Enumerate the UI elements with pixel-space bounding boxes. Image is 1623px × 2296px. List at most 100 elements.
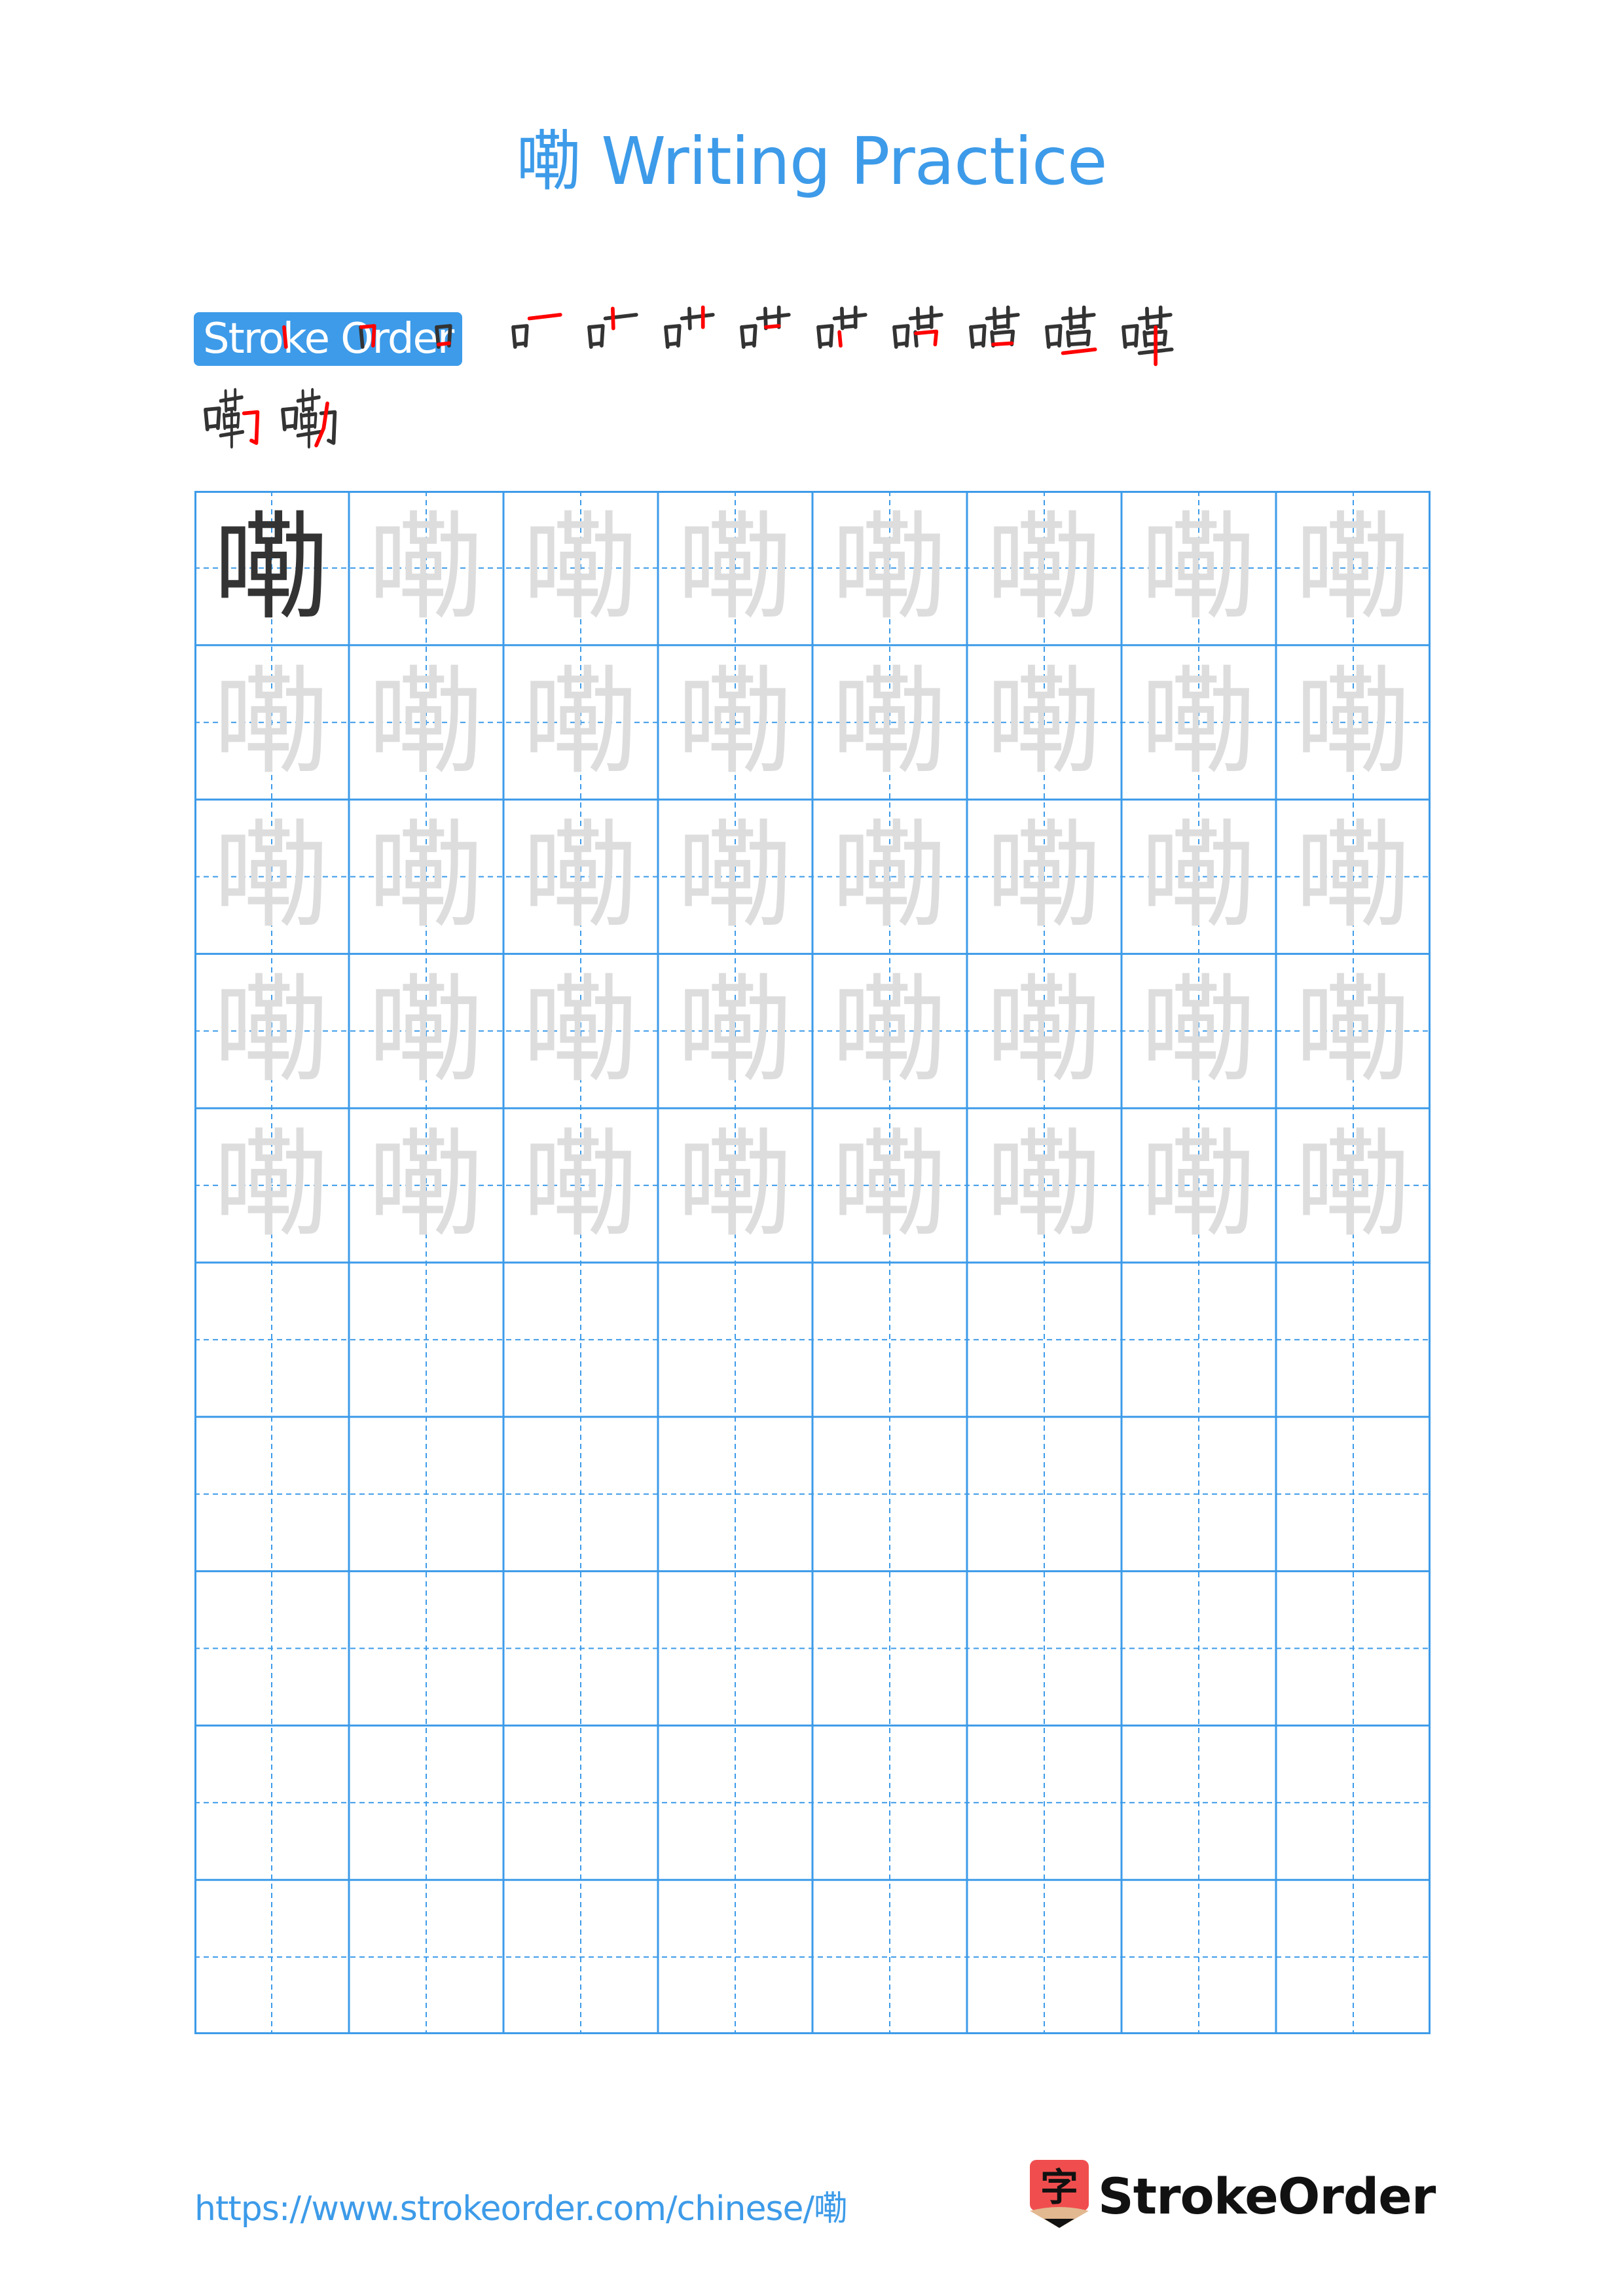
stroke-step-6 bbox=[654, 302, 722, 370]
stroke-step-4 bbox=[501, 302, 570, 370]
trace-character-cell: 嘞 bbox=[503, 954, 658, 1108]
trace-character-cell: 嘞 bbox=[812, 491, 967, 645]
trace-character-cell: 嘞 bbox=[1276, 645, 1431, 800]
trace-character-cell: 嘞 bbox=[1122, 954, 1276, 1108]
stroke-step-8 bbox=[807, 302, 875, 370]
trace-character: 嘞 bbox=[368, 499, 484, 636]
previous-stroke bbox=[680, 313, 715, 321]
trace-character: 嘞 bbox=[1140, 499, 1257, 636]
trace-character-cell: 嘞 bbox=[1276, 1108, 1431, 1263]
previous-stroke bbox=[1061, 313, 1096, 321]
trace-character: 嘞 bbox=[831, 654, 948, 790]
trace-character-cell: 嘞 bbox=[503, 491, 658, 645]
trace-character: 嘞 bbox=[368, 808, 484, 944]
trace-character: 嘞 bbox=[213, 1117, 330, 1253]
trace-character-cell: 嘞 bbox=[1122, 1108, 1276, 1263]
trace-character: 嘞 bbox=[522, 808, 639, 944]
previous-stroke bbox=[985, 313, 1020, 321]
trace-character-cell: 嘞 bbox=[658, 954, 812, 1108]
trace-character: 嘞 bbox=[986, 654, 1103, 790]
trace-character: 嘞 bbox=[677, 499, 793, 636]
trace-character: 嘞 bbox=[522, 499, 639, 636]
trace-character: 嘞 bbox=[831, 499, 948, 636]
previous-stroke bbox=[1137, 313, 1173, 321]
current-stroke bbox=[1061, 348, 1097, 355]
previous-stroke bbox=[687, 306, 692, 331]
previous-stroke bbox=[741, 341, 756, 347]
previous-stroke bbox=[205, 423, 220, 429]
page-title: 嘞 Writing Practice bbox=[516, 123, 1107, 200]
trace-character: 嘞 bbox=[1295, 963, 1412, 1099]
trace-character-cell: 嘞 bbox=[349, 491, 503, 645]
stroke-step-7 bbox=[730, 302, 798, 370]
stroke-step-14 bbox=[271, 385, 339, 453]
trace-character: 嘞 bbox=[986, 499, 1103, 636]
current-stroke bbox=[764, 324, 781, 329]
trace-character-cell: 嘞 bbox=[1276, 800, 1431, 954]
current-stroke bbox=[991, 341, 1014, 347]
trace-character-cell: 嘞 bbox=[349, 800, 503, 954]
trace-character: 嘞 bbox=[677, 1117, 793, 1253]
trace-character: 嘞 bbox=[986, 1117, 1103, 1253]
previous-stroke bbox=[908, 313, 943, 321]
trace-character: 嘞 bbox=[213, 654, 330, 790]
trace-character-cell: 嘞 bbox=[194, 800, 349, 954]
trace-character: 嘞 bbox=[1140, 963, 1257, 1099]
trace-character: 嘞 bbox=[1295, 654, 1412, 790]
trace-character: 嘞 bbox=[986, 963, 1103, 1099]
trace-character-cell: 嘞 bbox=[1122, 645, 1276, 800]
trace-character-cell: 嘞 bbox=[658, 800, 812, 954]
model-character: 嘞 bbox=[213, 499, 330, 636]
trace-character: 嘞 bbox=[831, 963, 948, 1099]
previous-stroke bbox=[1123, 341, 1138, 347]
trace-character: 嘞 bbox=[368, 963, 484, 1099]
trace-character: 嘞 bbox=[522, 963, 639, 1099]
previous-stroke bbox=[589, 341, 604, 347]
footer-url-link[interactable]: https://www.strokeorder.com/chinese/嘞 bbox=[194, 2181, 848, 2230]
previous-stroke bbox=[282, 423, 297, 429]
previous-stroke bbox=[513, 341, 528, 347]
trace-character: 嘞 bbox=[213, 963, 330, 1099]
trace-character-cell: 嘞 bbox=[1276, 954, 1431, 1108]
brand-name: StrokeOrder bbox=[1098, 2166, 1436, 2225]
trace-character-cell: 嘞 bbox=[967, 1108, 1122, 1263]
previous-stroke bbox=[1067, 341, 1090, 347]
trace-character: 嘞 bbox=[677, 808, 793, 944]
stroke-step-3 bbox=[425, 302, 493, 370]
previous-stroke bbox=[970, 341, 985, 347]
trace-character: 嘞 bbox=[522, 654, 639, 790]
trace-character-cell: 嘞 bbox=[349, 954, 503, 1108]
stroke-step-9 bbox=[883, 302, 951, 370]
brand-logo[interactable]: 字 StrokeOrder bbox=[1030, 2160, 1436, 2232]
current-stroke bbox=[314, 401, 329, 448]
trace-character: 嘞 bbox=[1140, 808, 1257, 944]
trace-character-cell: 嘞 bbox=[503, 645, 658, 800]
svg-text:字: 字 bbox=[1040, 2165, 1078, 2210]
trace-character: 嘞 bbox=[213, 808, 330, 944]
trace-character-cell: 嘞 bbox=[1122, 800, 1276, 954]
current-stroke bbox=[242, 410, 260, 445]
stroke-step-12 bbox=[1112, 302, 1180, 370]
trace-character-cell: 嘞 bbox=[194, 954, 349, 1108]
model-character-cell: 嘞 bbox=[194, 491, 349, 645]
trace-character-cell: 嘞 bbox=[503, 800, 658, 954]
current-stroke bbox=[837, 330, 843, 348]
stroke-step-13 bbox=[194, 385, 262, 453]
trace-character-cell: 嘞 bbox=[658, 645, 812, 800]
trace-character-cell: 嘞 bbox=[812, 1108, 967, 1263]
trace-character: 嘞 bbox=[522, 1117, 639, 1253]
trace-character-cell: 嘞 bbox=[967, 645, 1122, 800]
previous-stroke bbox=[296, 395, 321, 403]
previous-stroke bbox=[665, 341, 680, 347]
trace-character-cell: 嘞 bbox=[812, 800, 967, 954]
trace-character-cell: 嘞 bbox=[812, 954, 967, 1108]
trace-character: 嘞 bbox=[1295, 499, 1412, 636]
previous-stroke bbox=[359, 325, 365, 349]
previous-stroke bbox=[219, 395, 244, 403]
trace-character: 嘞 bbox=[986, 808, 1103, 944]
trace-character: 嘞 bbox=[677, 654, 793, 790]
previous-stroke bbox=[1069, 324, 1086, 329]
trace-character: 嘞 bbox=[1140, 654, 1257, 790]
trace-character-cell: 嘞 bbox=[812, 645, 967, 800]
stroke-step-1 bbox=[272, 302, 340, 370]
